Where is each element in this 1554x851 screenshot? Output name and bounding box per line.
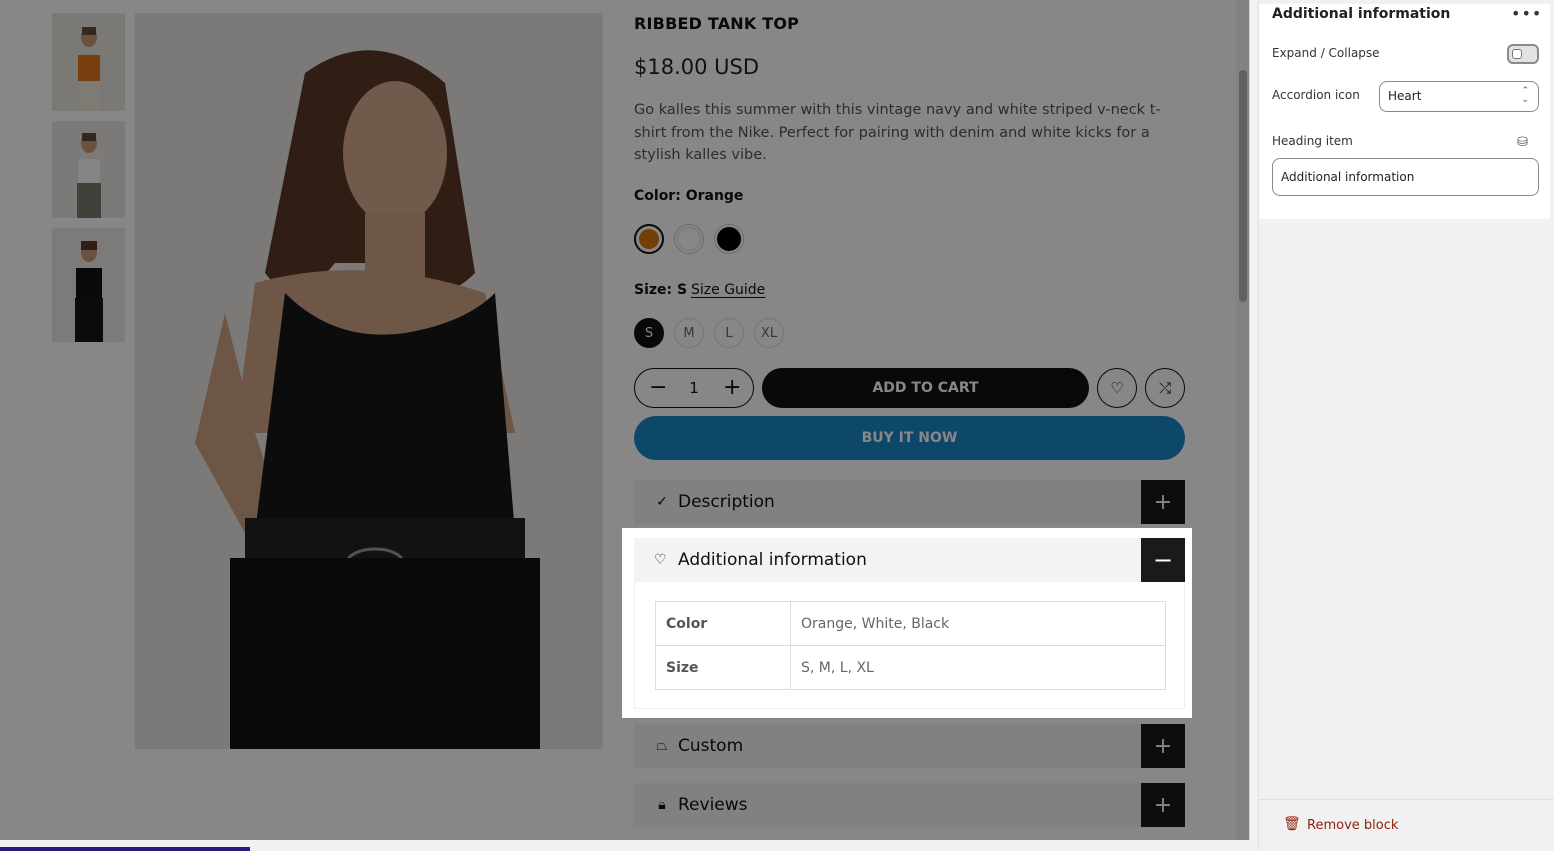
accordion-icon-label: Accordion icon: [1272, 88, 1360, 102]
accordion-additional-information[interactable]: ♡ Additional information −: [634, 538, 1185, 582]
expand-collapse-toggle[interactable]: [1507, 44, 1539, 64]
heart-icon: ♡: [654, 552, 667, 568]
color-selected-value: Orange: [685, 188, 744, 204]
color-swatch-white[interactable]: [674, 224, 704, 254]
trash-icon[interactable]: 🗑︎: [1283, 816, 1301, 832]
accordion-custom[interactable]: ⏢ Custom +: [634, 724, 1185, 768]
table-key: Color: [655, 601, 791, 646]
product-description: Go kalles this summer with this vintage …: [634, 102, 1161, 163]
compare-shuffle-icon[interactable]: ⤮: [1145, 368, 1185, 408]
quantity-value[interactable]: 1: [689, 379, 699, 397]
color-option-label: Color: Orange: [634, 188, 743, 204]
dynamic-source-database-icon[interactable]: ⛁: [1517, 135, 1528, 150]
product-thumbnail-2[interactable]: [52, 121, 125, 218]
table-key: Size: [655, 645, 791, 690]
size-option-l[interactable]: L: [714, 318, 744, 348]
preview-scrollbar-thumb[interactable]: [1239, 70, 1247, 302]
add-to-cart-button[interactable]: ADD TO CART: [762, 368, 1089, 408]
size-label-text: Size:: [634, 282, 673, 298]
buy-it-now-button[interactable]: BUY IT NOW: [634, 416, 1185, 460]
table-value: S, M, L, XL: [790, 645, 1166, 690]
plus-icon[interactable]: +: [723, 377, 741, 399]
quantity-stepper: − 1 +: [634, 368, 754, 408]
expand-collapse-label: Expand / Collapse: [1272, 46, 1380, 60]
size-option-m[interactable]: M: [674, 318, 704, 348]
heading-item-label: Heading item: [1272, 134, 1353, 148]
size-option-s[interactable]: S: [634, 318, 664, 348]
toggle-knob: [1512, 49, 1522, 59]
select-value: Heart: [1388, 89, 1422, 103]
selected-block-highlight: ♡ Additional information − Color Orange,…: [622, 528, 1192, 718]
accordion-content: Color Orange, White, Black Size S, M, L,…: [634, 582, 1185, 709]
table-row: Color Orange, White, Black: [655, 601, 1166, 646]
accordion-label: Description: [678, 492, 775, 512]
iron-icon: ⏢: [656, 738, 668, 754]
swatch-fill: [639, 229, 659, 249]
plus-icon[interactable]: +: [1141, 783, 1185, 827]
accordion-description[interactable]: ✓ Description +: [634, 480, 1185, 524]
storefront-preview: RIBBED TANK TOP $18.00 USD Go kalles thi…: [0, 0, 1250, 840]
product-main-image: [135, 13, 603, 749]
checkmark-icon: ✓: [656, 494, 668, 510]
accordion-reviews[interactable]: 🔒︎ Reviews +: [634, 783, 1185, 827]
remove-block-button[interactable]: Remove block: [1307, 818, 1398, 833]
plus-icon[interactable]: +: [1141, 724, 1185, 768]
heading-item-input[interactable]: Additional information: [1272, 158, 1539, 196]
table-value: Orange, White, Black: [790, 601, 1166, 646]
plus-icon[interactable]: +: [1141, 480, 1185, 524]
more-options-icon[interactable]: •••: [1511, 4, 1542, 23]
panel-title: Additional information: [1272, 6, 1451, 22]
table-row: Size S, M, L, XL: [655, 645, 1166, 690]
lock-icon: 🔒︎: [658, 797, 666, 813]
accordion-label: Custom: [678, 736, 744, 756]
size-guide-link[interactable]: Size Guide: [691, 282, 765, 298]
block-settings-panel: Additional information ••• Expand / Coll…: [1258, 0, 1554, 851]
select-chevrons-icon: ⌃ ⌄: [1521, 86, 1529, 105]
product-title: RIBBED TANK TOP: [634, 14, 800, 33]
size-selected-value: S: [677, 282, 688, 298]
minus-icon[interactable]: −: [649, 377, 667, 399]
color-label-text: Color:: [634, 188, 681, 204]
product-thumbnail-1[interactable]: [52, 13, 125, 111]
color-swatch-orange[interactable]: [634, 224, 664, 254]
swatch-fill: [677, 227, 701, 251]
settings-card: Additional information ••• Expand / Coll…: [1259, 4, 1550, 219]
accordion-label: Reviews: [678, 795, 748, 815]
bottom-progress-strip: [0, 847, 250, 851]
size-option-xl[interactable]: XL: [754, 318, 784, 348]
minus-icon[interactable]: −: [1141, 538, 1185, 582]
color-swatch-black[interactable]: [714, 224, 744, 254]
size-option-label: Size: S: [634, 282, 687, 298]
product-price: $18.00 USD: [634, 55, 760, 79]
product-thumbnail-3[interactable]: [52, 228, 125, 342]
accordion-label: Additional information: [678, 550, 867, 570]
additional-info-table: Color Orange, White, Black Size S, M, L,…: [655, 601, 1166, 690]
wishlist-heart-icon[interactable]: ♡: [1097, 368, 1137, 408]
swatch-fill: [717, 227, 741, 251]
accordion-icon-select[interactable]: Heart ⌃ ⌄: [1379, 81, 1539, 112]
panel-footer: 🗑︎ Remove block: [1259, 799, 1554, 851]
